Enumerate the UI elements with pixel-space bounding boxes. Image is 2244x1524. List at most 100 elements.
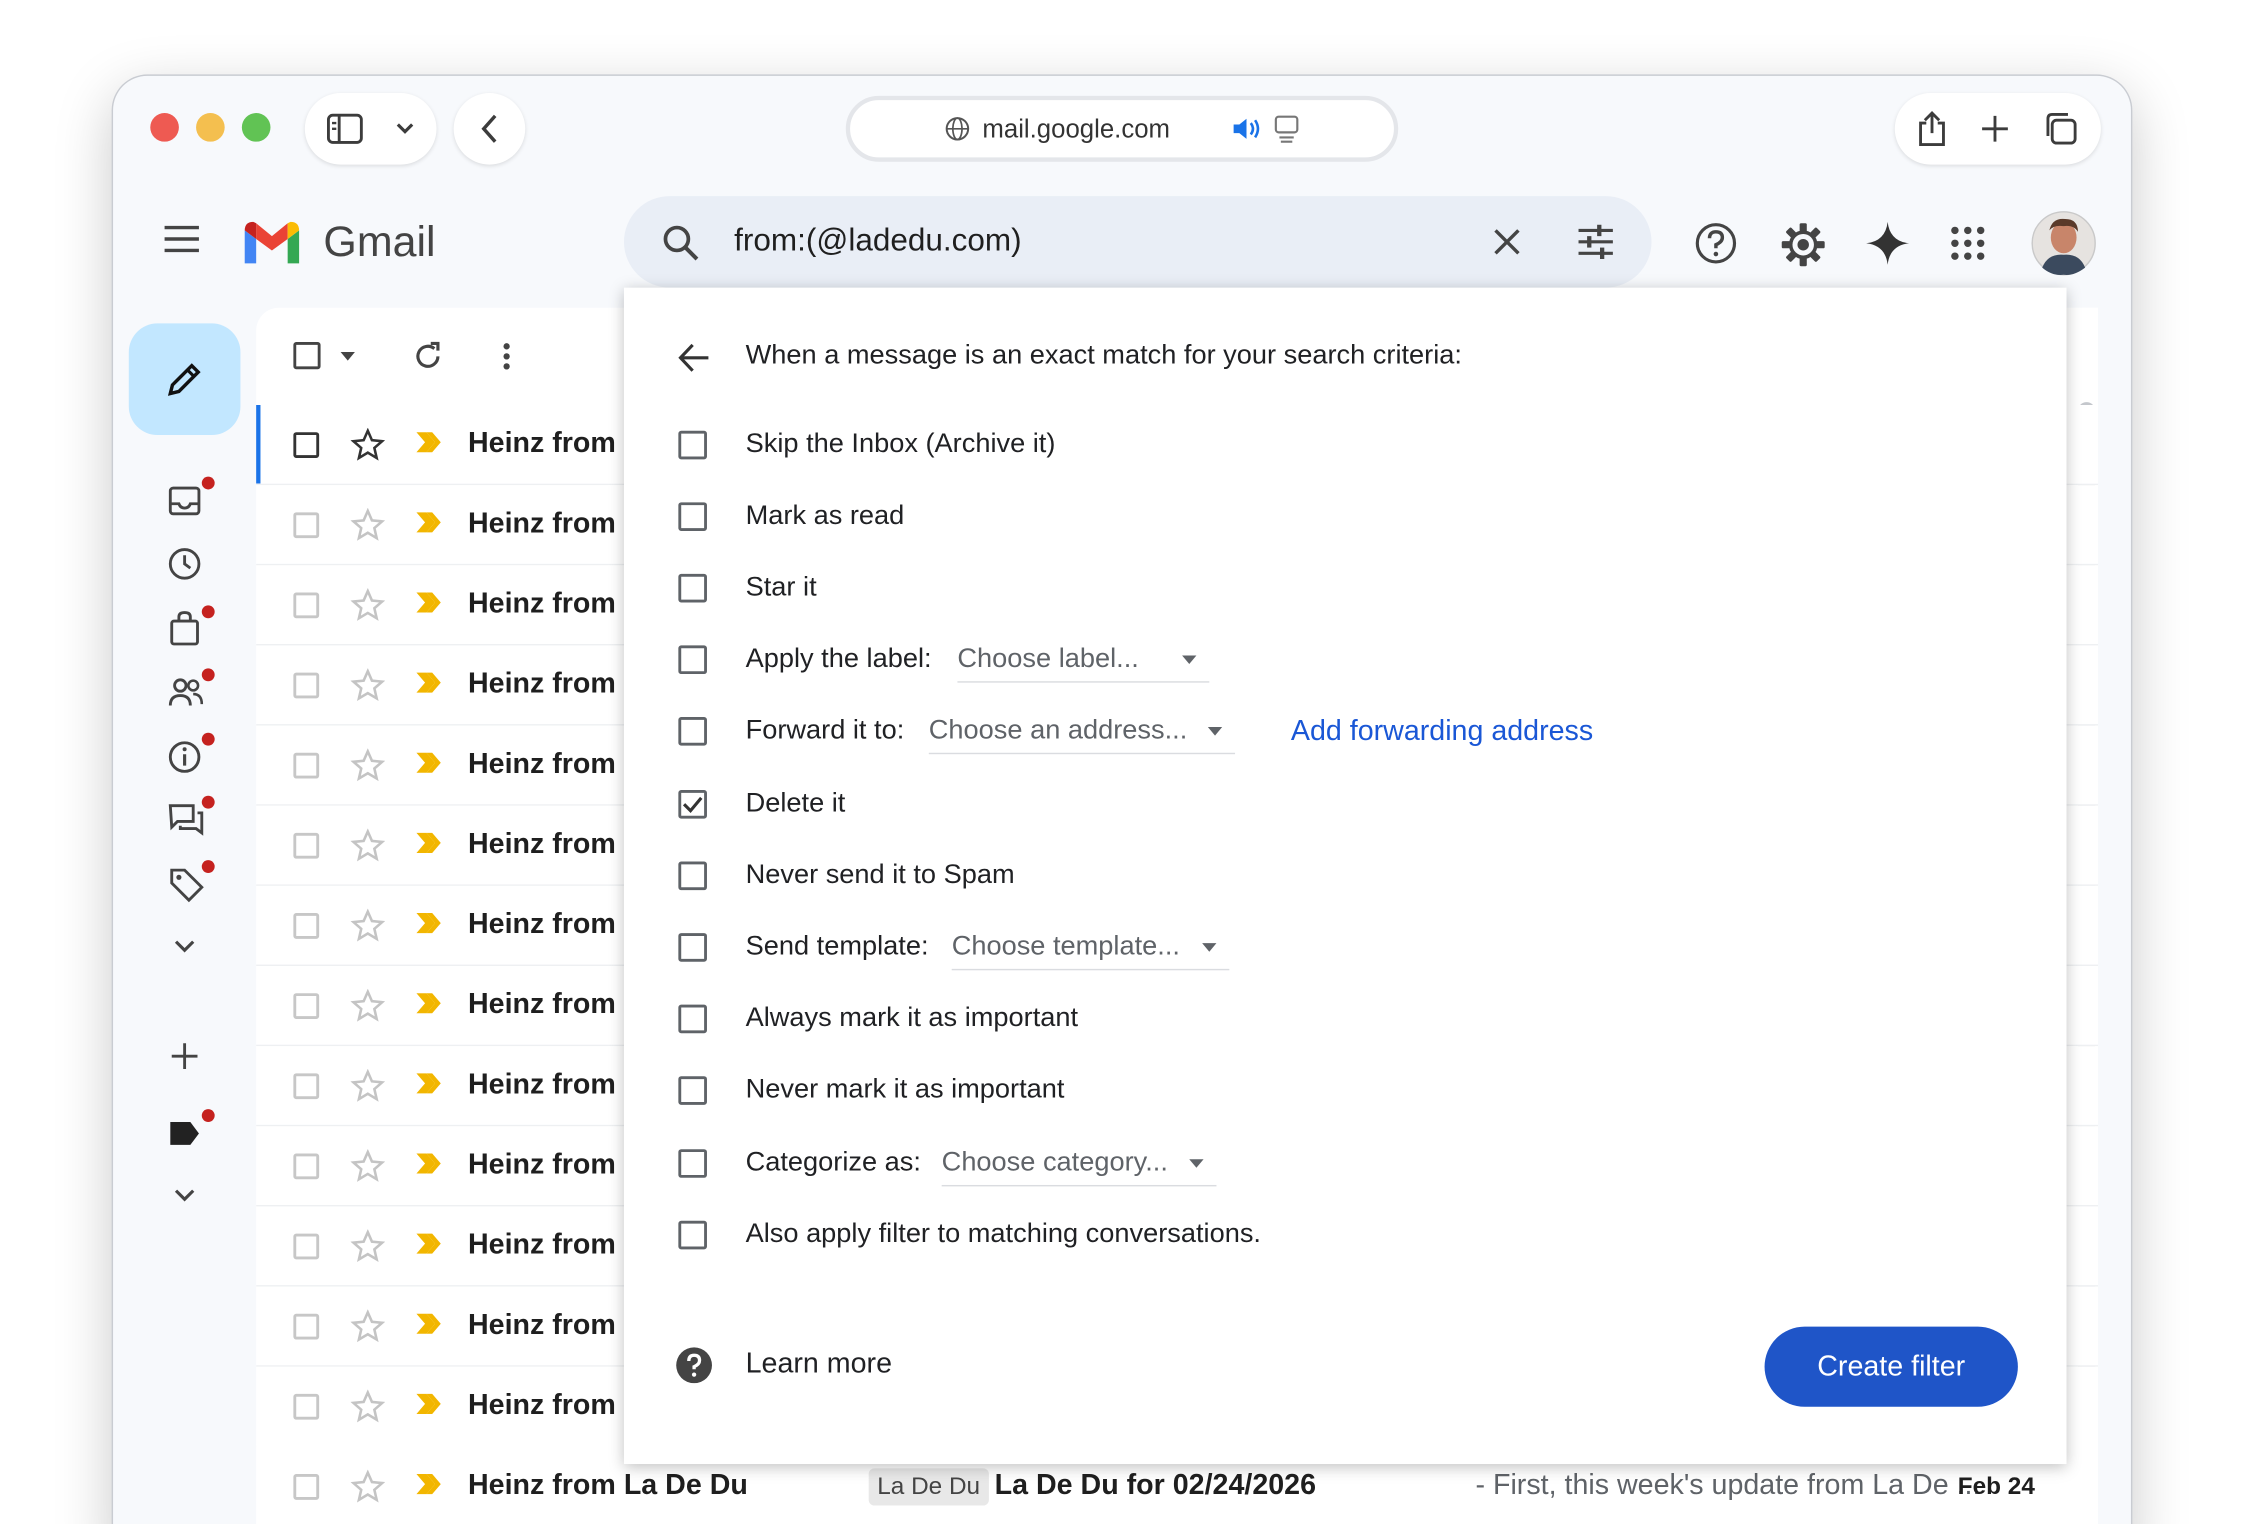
important-marker-icon[interactable] xyxy=(414,750,445,776)
refresh-icon[interactable] xyxy=(412,341,443,372)
people-icon[interactable] xyxy=(167,677,204,708)
gear-icon[interactable] xyxy=(1780,222,1826,268)
search-query[interactable]: from:(@ladedu.com) xyxy=(734,222,1021,259)
important-marker-icon[interactable] xyxy=(414,990,445,1016)
row-checkbox[interactable] xyxy=(293,993,320,1019)
label-chip[interactable]: La De Du xyxy=(868,1468,989,1506)
apps-grid-icon[interactable] xyxy=(1951,226,1985,260)
gemini-sparkle-icon[interactable] xyxy=(1865,220,1911,266)
star-icon[interactable] xyxy=(350,748,385,782)
option-label[interactable]: Skip the Inbox (Archive it) xyxy=(746,429,1056,460)
option-checkbox[interactable] xyxy=(678,1076,707,1105)
info-icon[interactable] xyxy=(167,740,201,774)
speaker-icon[interactable] xyxy=(1230,116,1261,142)
option-label[interactable]: Apply the label: xyxy=(746,644,932,675)
gmail-logo[interactable]: Gmail xyxy=(240,219,436,268)
important-marker-icon[interactable] xyxy=(414,1231,445,1257)
back-button[interactable] xyxy=(453,93,526,165)
label-icon[interactable] xyxy=(167,1119,201,1148)
search-options-icon[interactable] xyxy=(1576,224,1616,260)
row-checkbox[interactable] xyxy=(293,432,320,458)
option-label[interactable]: Forward it to: xyxy=(746,716,905,747)
clear-search-icon[interactable] xyxy=(1493,228,1522,257)
chevron-down-icon[interactable] xyxy=(173,937,196,954)
row-checkbox[interactable] xyxy=(293,1153,320,1180)
reader-icon[interactable] xyxy=(1273,114,1299,143)
option-checkbox[interactable] xyxy=(678,789,707,819)
sidebar-toggle-button[interactable] xyxy=(304,93,437,165)
row-checkbox[interactable] xyxy=(293,832,320,859)
option-checkbox[interactable] xyxy=(678,861,707,891)
main-menu-button[interactable] xyxy=(162,223,202,254)
search-bar[interactable]: from:(@ladedu.com) xyxy=(623,196,1652,288)
option-label[interactable]: Mark as read xyxy=(746,501,905,532)
option-checkbox[interactable] xyxy=(678,1220,707,1250)
row-checkbox[interactable] xyxy=(293,1073,320,1100)
row-checkbox[interactable] xyxy=(293,1393,320,1420)
new-tab-icon[interactable] xyxy=(1979,113,2010,144)
option-checkbox[interactable] xyxy=(678,430,707,460)
option-label[interactable]: Delete it xyxy=(746,789,846,820)
learn-more-link[interactable]: Learn more xyxy=(746,1348,892,1381)
tabs-overview-icon[interactable] xyxy=(2042,110,2079,147)
row-checkbox[interactable] xyxy=(293,1233,320,1260)
option-checkbox[interactable] xyxy=(678,933,707,962)
important-marker-icon[interactable] xyxy=(414,509,445,535)
shopping-bag-icon[interactable] xyxy=(167,610,201,647)
option-dropdown[interactable]: Choose template... xyxy=(951,925,1230,971)
important-marker-icon[interactable] xyxy=(414,1471,445,1497)
star-icon[interactable] xyxy=(350,1309,385,1343)
select-all-checkbox[interactable] xyxy=(293,342,321,370)
row-checkbox[interactable] xyxy=(293,1474,320,1500)
more-vert-icon[interactable] xyxy=(502,342,511,371)
important-marker-icon[interactable] xyxy=(414,590,445,616)
row-checkbox[interactable] xyxy=(293,512,320,539)
avatar[interactable] xyxy=(2031,210,2097,276)
row-checkbox[interactable] xyxy=(293,913,320,939)
caret-down-icon[interactable] xyxy=(339,351,356,362)
share-icon[interactable] xyxy=(1916,110,1947,147)
tag-icon[interactable] xyxy=(167,866,204,903)
address-bar[interactable]: mail.google.com xyxy=(845,95,1399,162)
option-label[interactable]: Categorize as: xyxy=(746,1148,921,1179)
option-checkbox[interactable] xyxy=(678,716,707,746)
row-checkbox[interactable] xyxy=(293,672,320,699)
option-checkbox[interactable] xyxy=(678,1004,707,1034)
important-marker-icon[interactable] xyxy=(414,429,445,455)
important-marker-icon[interactable] xyxy=(414,910,445,936)
star-icon[interactable] xyxy=(350,508,385,542)
important-marker-icon[interactable] xyxy=(414,1151,445,1177)
option-checkbox[interactable] xyxy=(678,645,707,675)
row-checkbox[interactable] xyxy=(293,1313,320,1340)
close-window-button[interactable] xyxy=(150,113,179,142)
forum-icon[interactable] xyxy=(167,803,204,837)
star-icon[interactable] xyxy=(350,1389,385,1424)
option-dropdown[interactable]: Choose category... xyxy=(941,1141,1217,1187)
star-icon[interactable] xyxy=(350,1469,385,1504)
row-checkbox[interactable] xyxy=(293,752,320,779)
option-checkbox[interactable] xyxy=(678,502,707,531)
option-label[interactable]: Star it xyxy=(746,572,817,603)
option-label[interactable]: Send template: xyxy=(746,932,929,963)
star-icon[interactable] xyxy=(350,828,385,863)
search-icon[interactable] xyxy=(661,223,701,263)
minimize-window-button[interactable] xyxy=(196,113,225,142)
option-label[interactable]: Never send it to Spam xyxy=(746,860,1015,891)
star-icon[interactable] xyxy=(350,588,385,622)
important-marker-icon[interactable] xyxy=(414,1070,445,1096)
add-label-icon[interactable] xyxy=(170,1042,199,1071)
star-icon[interactable] xyxy=(350,988,385,1023)
star-icon[interactable] xyxy=(350,427,385,462)
option-dropdown[interactable]: Choose label... xyxy=(957,637,1210,683)
star-icon[interactable] xyxy=(350,668,385,702)
star-icon[interactable] xyxy=(350,1229,385,1263)
row-checkbox[interactable] xyxy=(293,592,320,619)
option-checkbox[interactable] xyxy=(678,573,707,603)
compose-button[interactable] xyxy=(128,323,241,436)
star-icon[interactable] xyxy=(350,908,385,943)
option-label[interactable]: Never mark it as important xyxy=(746,1075,1065,1106)
clock-icon[interactable] xyxy=(167,547,201,581)
maximize-window-button[interactable] xyxy=(241,113,271,142)
important-marker-icon[interactable] xyxy=(414,830,445,856)
option-label[interactable]: Always mark it as important xyxy=(746,1003,1078,1034)
